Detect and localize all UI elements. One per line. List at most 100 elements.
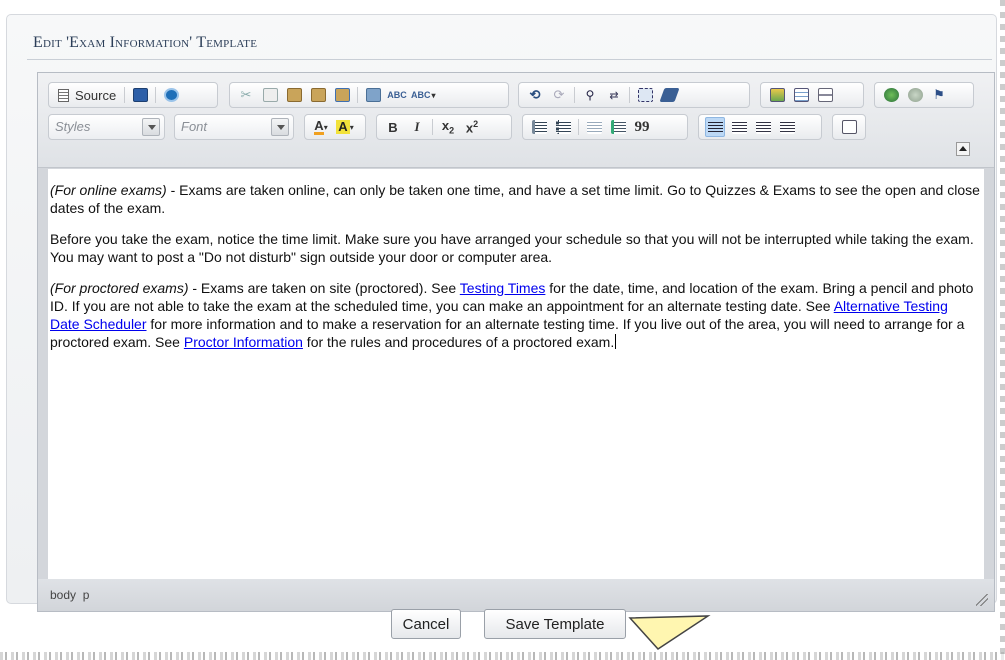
binoculars-icon: ⚲ bbox=[585, 88, 595, 102]
paste-word-icon bbox=[334, 88, 350, 102]
paragraph-time-limit: Before you take the exam, notice the tim… bbox=[50, 230, 980, 266]
spellcheck-button[interactable]: ABC bbox=[387, 85, 407, 105]
align-left-button[interactable] bbox=[705, 117, 725, 137]
resize-grip-icon[interactable] bbox=[976, 594, 988, 606]
align-center-icon bbox=[731, 120, 747, 134]
toolbar-collapse-button[interactable] bbox=[956, 142, 970, 156]
source-button[interactable]: Source bbox=[55, 85, 119, 105]
subscript-icon: x2 bbox=[442, 118, 454, 136]
toolbar-separator bbox=[574, 87, 575, 103]
align-center-button[interactable] bbox=[729, 117, 749, 137]
unlink-button[interactable] bbox=[905, 85, 925, 105]
paste-word-button[interactable] bbox=[332, 85, 352, 105]
scayt-button[interactable]: ABC ▾ bbox=[411, 85, 436, 105]
toolbar-group-basic-styles: B I x2 x2 bbox=[376, 114, 512, 140]
undo-button[interactable]: ⟲ bbox=[525, 85, 545, 105]
font-dropdown[interactable]: Font bbox=[174, 114, 294, 140]
redo-button[interactable]: ⟳ bbox=[549, 85, 569, 105]
bold-icon: B bbox=[388, 119, 398, 135]
template-button[interactable] bbox=[161, 85, 181, 105]
image-button[interactable] bbox=[767, 85, 787, 105]
editor-content-area[interactable]: (For online exams) - Exams are taken onl… bbox=[48, 169, 984, 579]
cancel-button[interactable]: Cancel bbox=[391, 609, 461, 639]
select-all-button[interactable] bbox=[635, 85, 655, 105]
chevron-down-icon: ▾ bbox=[431, 90, 436, 100]
image-icon bbox=[769, 88, 785, 102]
printer-icon bbox=[365, 88, 381, 102]
save-template-button[interactable]: Save Template bbox=[484, 609, 626, 639]
spellcheck-icon: ABC bbox=[387, 90, 407, 100]
element-path[interactable]: body p bbox=[50, 588, 89, 602]
horizontal-rule-icon bbox=[817, 88, 833, 102]
copy-button[interactable] bbox=[260, 85, 280, 105]
cut-button[interactable]: ✂ bbox=[236, 85, 256, 105]
align-justify-button[interactable] bbox=[777, 117, 797, 137]
save-icon bbox=[132, 88, 148, 102]
anchor-button[interactable]: ⚑ bbox=[929, 85, 949, 105]
proctor-information-link[interactable]: Proctor Information bbox=[184, 334, 303, 350]
paste-button[interactable] bbox=[284, 85, 304, 105]
subscript-button[interactable]: x2 bbox=[438, 117, 458, 137]
align-left-icon bbox=[707, 120, 723, 134]
scayt-icon: ABC bbox=[411, 90, 431, 100]
globe-link-icon bbox=[883, 88, 899, 102]
background-color-button[interactable]: A ▾ bbox=[335, 117, 355, 137]
numbered-list-button[interactable] bbox=[529, 117, 549, 137]
link-button[interactable] bbox=[881, 85, 901, 105]
preview-button[interactable] bbox=[839, 117, 859, 137]
toolbar-group-insert bbox=[760, 82, 864, 108]
numbered-list-icon bbox=[531, 120, 547, 134]
scissors-icon: ✂ bbox=[240, 87, 252, 102]
superscript-button[interactable]: x2 bbox=[462, 117, 482, 137]
horizontal-rule-button[interactable] bbox=[815, 85, 835, 105]
panel-title: Edit 'Exam Information' Template bbox=[33, 34, 258, 51]
toolbar-group-preview bbox=[832, 114, 866, 140]
superscript-digit: 2 bbox=[473, 118, 479, 129]
save-button[interactable] bbox=[130, 85, 150, 105]
edit-template-panel: Edit 'Exam Information' Template Source bbox=[6, 14, 997, 612]
align-right-icon bbox=[755, 120, 771, 134]
paragraph-online-exams: (For online exams) - Exams are taken onl… bbox=[50, 181, 980, 217]
toolbar-separator bbox=[155, 87, 157, 103]
paste-icon bbox=[286, 88, 302, 102]
toolbar-group-document: Source bbox=[48, 82, 218, 108]
italic-button[interactable]: I bbox=[407, 117, 427, 137]
paragraph-text: - Exams are taken online, can only be ta… bbox=[50, 182, 980, 216]
rich-text-editor: Source ✂ ABC ABC ▾ ⟲ ⟳ ⚲ ⇄ ⚑ Styles Font… bbox=[37, 72, 995, 612]
paragraph-intro: (For online exams) bbox=[50, 182, 167, 198]
replace-button[interactable]: ⇄ bbox=[604, 85, 624, 105]
blockquote-icon: 99 bbox=[634, 118, 650, 135]
paragraph-proctored-exams: (For proctored exams) - Exams are taken … bbox=[50, 279, 980, 351]
title-divider bbox=[27, 59, 992, 60]
paragraph-text: - Exams are taken on site (proctored). S… bbox=[188, 280, 460, 296]
source-icon bbox=[58, 88, 69, 102]
find-button[interactable]: ⚲ bbox=[580, 85, 600, 105]
toolbar-separator bbox=[432, 119, 433, 135]
bulleted-list-button[interactable] bbox=[553, 117, 573, 137]
cropped-page-strip bbox=[0, 652, 1005, 660]
align-right-button[interactable] bbox=[753, 117, 773, 137]
testing-times-link[interactable]: Testing Times bbox=[460, 280, 546, 296]
superscript-icon: x2 bbox=[466, 119, 478, 135]
indent-icon bbox=[610, 120, 626, 134]
bold-button[interactable]: B bbox=[383, 117, 403, 137]
cropped-right-edge bbox=[1000, 0, 1005, 660]
remove-format-button[interactable] bbox=[658, 85, 680, 105]
paste-text-icon bbox=[310, 88, 326, 102]
copy-icon bbox=[262, 88, 278, 102]
indent-button[interactable] bbox=[608, 117, 628, 137]
paste-text-button[interactable] bbox=[308, 85, 328, 105]
paragraph-text: for the rules and procedures of a procto… bbox=[302, 334, 615, 350]
table-button[interactable] bbox=[791, 85, 811, 105]
table-icon bbox=[793, 88, 809, 102]
toolbar-separator bbox=[629, 87, 630, 103]
source-label: Source bbox=[75, 87, 117, 103]
background-color-icon: A bbox=[336, 119, 350, 134]
text-color-button[interactable]: A ▾ bbox=[311, 117, 331, 137]
pointer-arrow-icon bbox=[628, 615, 711, 650]
print-button[interactable] bbox=[363, 85, 383, 105]
styles-dropdown[interactable]: Styles bbox=[48, 114, 165, 140]
chevron-down-icon bbox=[271, 118, 289, 136]
blockquote-button[interactable]: 99 bbox=[632, 117, 652, 137]
outdent-button[interactable] bbox=[584, 117, 604, 137]
